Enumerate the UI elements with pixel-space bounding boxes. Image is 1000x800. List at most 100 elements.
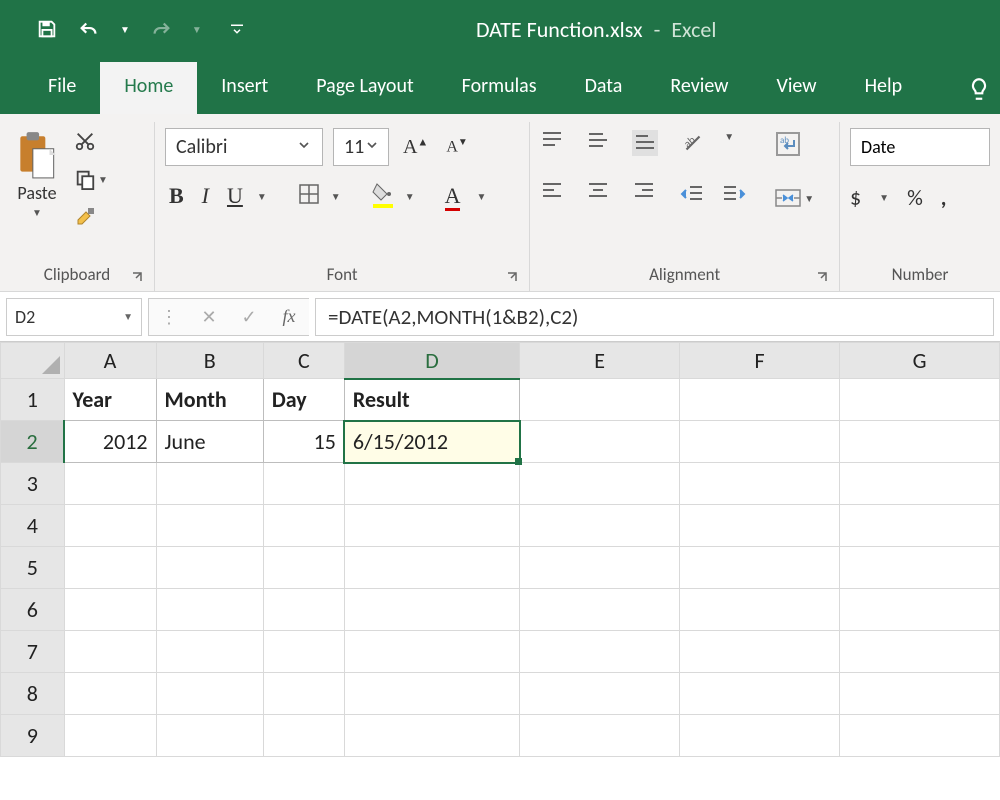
cell-A7[interactable]: [64, 631, 156, 673]
comma-format-button[interactable]: ,: [941, 184, 947, 211]
align-top-icon[interactable]: [540, 130, 564, 156]
cell-A6[interactable]: [64, 589, 156, 631]
row-header-4[interactable]: 4: [1, 505, 65, 547]
cell-C2[interactable]: 15: [263, 421, 344, 463]
align-right-icon[interactable]: [632, 180, 656, 204]
cell-G3[interactable]: [840, 463, 1000, 505]
tab-formulas[interactable]: Formulas: [438, 62, 561, 114]
formula-expand-icon[interactable]: ⋮: [149, 306, 189, 328]
underline-button[interactable]: U: [223, 181, 247, 211]
name-box[interactable]: D2 ▼: [6, 298, 142, 336]
cell-F9[interactable]: [680, 715, 840, 757]
cell-E5[interactable]: [520, 547, 680, 589]
save-icon[interactable]: [36, 18, 58, 40]
cell-B1[interactable]: Month: [156, 379, 263, 421]
col-header-C[interactable]: C: [263, 343, 344, 379]
percent-format-button[interactable]: %: [907, 184, 923, 211]
align-left-icon[interactable]: [540, 180, 564, 204]
cell-A4[interactable]: [64, 505, 156, 547]
cell-A1[interactable]: Year: [64, 379, 156, 421]
cell-D9[interactable]: [344, 715, 519, 757]
spreadsheet-grid[interactable]: A B C D E F G 1 Year Month Day Result 2 …: [0, 342, 1000, 757]
cell-E6[interactable]: [520, 589, 680, 631]
cell-A5[interactable]: [64, 547, 156, 589]
increase-indent-icon[interactable]: [722, 184, 746, 208]
cell-E9[interactable]: [520, 715, 680, 757]
tab-view[interactable]: View: [752, 62, 840, 114]
tab-help[interactable]: Help: [841, 62, 927, 114]
merge-center-icon[interactable]: ▼: [774, 186, 814, 210]
cell-G4[interactable]: [840, 505, 1000, 547]
borders-dropdown-icon[interactable]: ▼: [331, 190, 341, 203]
cell-C3[interactable]: [263, 463, 344, 505]
cell-C6[interactable]: [263, 589, 344, 631]
cell-B5[interactable]: [156, 547, 263, 589]
cell-G7[interactable]: [840, 631, 1000, 673]
increase-font-icon[interactable]: A▲: [399, 134, 432, 161]
cell-D1[interactable]: Result: [344, 379, 519, 421]
align-bottom-icon[interactable]: [632, 130, 658, 156]
accounting-format-button[interactable]: $: [850, 184, 861, 211]
col-header-B[interactable]: B: [156, 343, 263, 379]
qat-customize-icon[interactable]: [228, 20, 246, 38]
align-center-icon[interactable]: [586, 180, 610, 204]
cell-D8[interactable]: [344, 673, 519, 715]
cell-D4[interactable]: [344, 505, 519, 547]
cell-E1[interactable]: [520, 379, 680, 421]
cell-F6[interactable]: [680, 589, 840, 631]
undo-icon[interactable]: [76, 18, 102, 40]
font-name-combo[interactable]: Calibri: [165, 128, 323, 166]
cell-E3[interactable]: [520, 463, 680, 505]
cell-G9[interactable]: [840, 715, 1000, 757]
font-color-button[interactable]: A: [445, 183, 461, 209]
format-painter-button[interactable]: [74, 206, 108, 230]
cell-C4[interactable]: [263, 505, 344, 547]
wrap-text-icon[interactable]: ab: [774, 130, 814, 162]
cell-G8[interactable]: [840, 673, 1000, 715]
bold-button[interactable]: B: [165, 181, 188, 211]
undo-dropdown-icon[interactable]: ▼: [120, 23, 130, 36]
cell-F3[interactable]: [680, 463, 840, 505]
cell-F8[interactable]: [680, 673, 840, 715]
cancel-formula-icon[interactable]: ✕: [189, 306, 229, 328]
cell-E2[interactable]: [520, 421, 680, 463]
merge-dropdown-icon[interactable]: ▼: [804, 192, 814, 205]
cell-D2[interactable]: 6/15/2012: [344, 421, 519, 463]
cut-button[interactable]: [74, 130, 108, 152]
col-header-D[interactable]: D: [344, 343, 519, 379]
decrease-indent-icon[interactable]: [680, 184, 704, 208]
cell-G5[interactable]: [840, 547, 1000, 589]
cell-G1[interactable]: [840, 379, 1000, 421]
decrease-font-icon[interactable]: A▼: [442, 135, 471, 158]
cell-C9[interactable]: [263, 715, 344, 757]
row-header-7[interactable]: 7: [1, 631, 65, 673]
number-format-combo[interactable]: Date: [850, 128, 990, 166]
cell-D7[interactable]: [344, 631, 519, 673]
col-header-G[interactable]: G: [840, 343, 1000, 379]
cell-B8[interactable]: [156, 673, 263, 715]
clipboard-launcher-icon[interactable]: [130, 267, 144, 281]
cell-C1[interactable]: Day: [263, 379, 344, 421]
align-middle-icon[interactable]: [586, 130, 610, 156]
italic-button[interactable]: I: [198, 181, 213, 211]
formula-input[interactable]: =DATE(A2,MONTH(1&B2),C2): [315, 298, 994, 336]
row-header-2[interactable]: 2: [1, 421, 65, 463]
cell-G2[interactable]: [840, 421, 1000, 463]
cell-B7[interactable]: [156, 631, 263, 673]
cell-F5[interactable]: [680, 547, 840, 589]
borders-button[interactable]: [297, 182, 321, 210]
cell-C5[interactable]: [263, 547, 344, 589]
cell-E7[interactable]: [520, 631, 680, 673]
cell-C7[interactable]: [263, 631, 344, 673]
row-header-9[interactable]: 9: [1, 715, 65, 757]
paste-button[interactable]: Paste ▼: [10, 126, 64, 223]
font-launcher-icon[interactable]: [505, 267, 519, 281]
col-header-A[interactable]: A: [64, 343, 156, 379]
tab-file[interactable]: File: [24, 62, 100, 114]
tab-insert[interactable]: Insert: [197, 62, 292, 114]
fill-dropdown-icon[interactable]: ▼: [405, 190, 415, 203]
cell-B9[interactable]: [156, 715, 263, 757]
fill-color-button[interactable]: [371, 180, 395, 212]
cell-A3[interactable]: [64, 463, 156, 505]
cell-B4[interactable]: [156, 505, 263, 547]
